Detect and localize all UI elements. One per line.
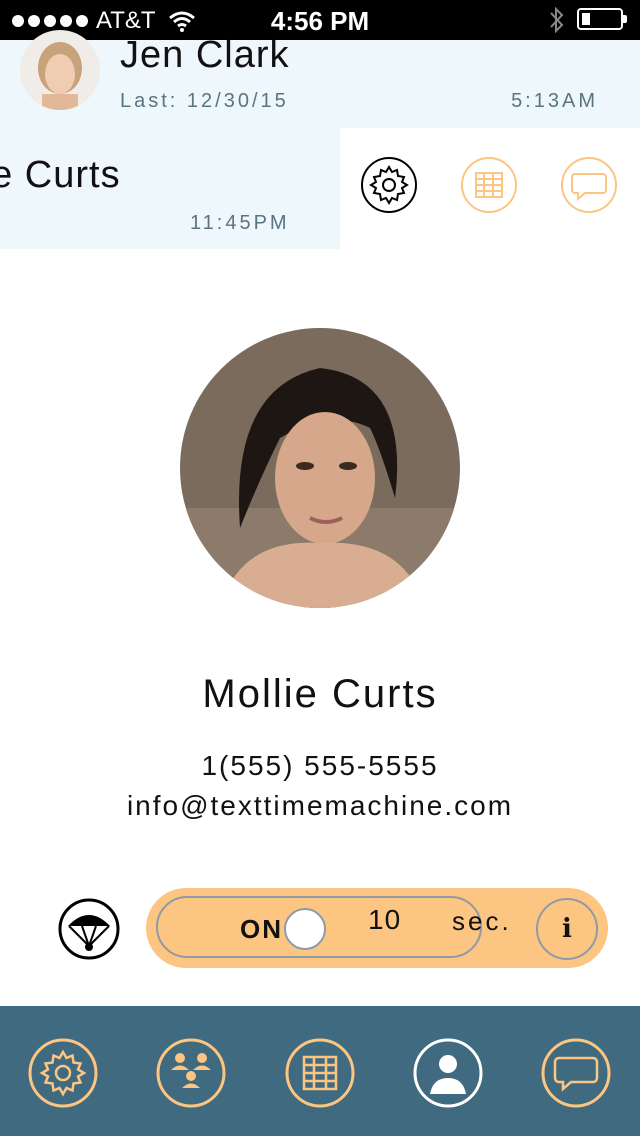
gear-icon <box>361 157 417 213</box>
timer-seconds[interactable]: 10 <box>368 904 401 936</box>
list-item[interactable]: Jen Clark Last: 12/30/15 5:13AM <box>0 30 640 128</box>
timer-unit: sec. <box>452 906 512 936</box>
info-button[interactable]: i <box>536 898 598 960</box>
tab-schedule[interactable] <box>285 1038 355 1108</box>
last-time: 11:45PM <box>190 212 290 234</box>
tab-bar <box>0 1006 640 1136</box>
contact-name: Mollie Curts <box>0 154 121 196</box>
parachute-button[interactable] <box>58 898 120 960</box>
chat-bubble-icon <box>561 157 617 213</box>
toggle-knob[interactable] <box>284 908 326 950</box>
timer-toggle[interactable]: ON <box>156 896 482 958</box>
tab-groups[interactable] <box>156 1038 226 1108</box>
info-icon: i <box>562 914 572 944</box>
schedule-action-button[interactable] <box>460 156 518 214</box>
group-icon <box>156 1038 226 1108</box>
tab-messages[interactable] <box>541 1038 611 1108</box>
parachute-icon <box>58 898 120 960</box>
bluetooth-icon <box>550 6 564 34</box>
profile-photo <box>180 328 460 608</box>
toggle-label: ON <box>240 914 283 944</box>
gear-icon <box>28 1038 98 1108</box>
tab-contact[interactable] <box>413 1038 483 1108</box>
message-action-button[interactable] <box>560 156 618 214</box>
row-actions <box>340 128 640 249</box>
contact-name: Mollie Curts <box>202 672 438 716</box>
person-icon <box>413 1038 483 1108</box>
contact-email[interactable]: info@texttimemachine.com <box>0 790 640 822</box>
last-contact: Last: 12/30/15 <box>120 90 289 112</box>
timer-control: ON 10 sec. i <box>146 888 608 968</box>
clock: 4:56 PM <box>270 6 370 36</box>
avatar <box>20 30 100 110</box>
contact-phone[interactable]: 1(555) 555-5555 <box>0 750 640 782</box>
list-item[interactable]: Mollie Curts Last: 12/30/15 11:45PM <box>0 128 340 249</box>
contact-name: Jen Clark <box>120 34 290 76</box>
settings-action-button[interactable] <box>360 156 418 214</box>
calendar-grid-icon <box>461 157 517 213</box>
calendar-grid-icon <box>285 1038 355 1108</box>
battery-icon <box>577 8 627 30</box>
status-bar: AT&T 4:56 PM <box>0 0 640 40</box>
last-time: 5:13AM <box>511 90 598 112</box>
tab-settings[interactable] <box>28 1038 98 1108</box>
chat-bubble-icon <box>541 1038 611 1108</box>
